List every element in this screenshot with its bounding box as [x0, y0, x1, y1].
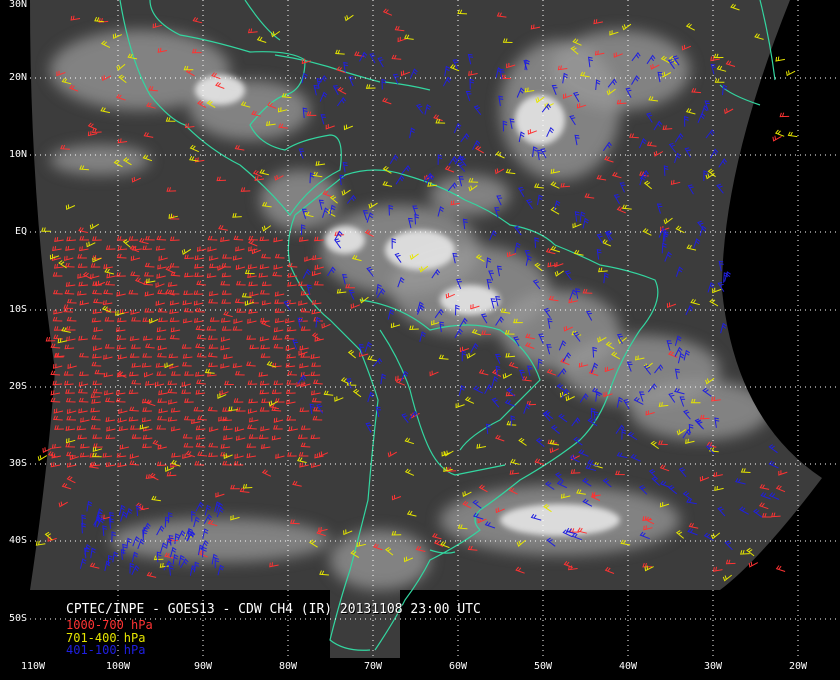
lon-label-20w: 20W — [788, 661, 808, 672]
wind-barb — [37, 455, 48, 462]
map-caption: CPTEC/INPE - GOES13 - CDW CH4 (IR) 20131… — [66, 602, 481, 617]
map-panel: CPTEC/INPE - GOES13 - CDW CH4 (IR) 20131… — [30, 0, 840, 658]
legend-item-low: 1000-700 hPa — [66, 618, 153, 632]
lat-label-20s: 20S — [8, 381, 27, 392]
lat-label-30s: 30S — [8, 458, 27, 469]
lat-label-50s: 50S — [8, 613, 27, 624]
lat-label-10s: 10S — [8, 304, 27, 315]
wind-barb — [775, 565, 786, 572]
lon-label-90w: 90W — [193, 661, 213, 672]
lon-label-50w: 50W — [533, 661, 553, 672]
longitude-axis: 110W 100W 90W 80W 70W 60W 50W 40W 30W 20… — [0, 658, 840, 680]
satellite-wind-map: 30N 20N 10N EQ 10S 20S 30S 40S 50S CPTEC… — [0, 0, 840, 680]
wind-barb — [775, 56, 785, 62]
lon-label-40w: 40W — [618, 661, 638, 672]
pressure-legend: 1000-700 hPa 701-400 hPa 401-100 hPa — [66, 619, 153, 657]
wind-barb — [772, 135, 782, 142]
lat-label-eq: EQ — [14, 226, 27, 237]
lon-label-60w: 60W — [448, 661, 468, 672]
lat-label-30n: 30N — [8, 0, 27, 10]
lon-label-70w: 70W — [363, 661, 383, 672]
legend-item-high: 401-100 hPa — [66, 643, 146, 657]
wind-barb — [787, 131, 798, 138]
lon-label-30w: 30W — [703, 661, 723, 672]
lon-label-110w: 110W — [20, 661, 46, 672]
map-canvas — [30, 0, 840, 658]
latitude-axis: 30N 20N 10N EQ 10S 20S 30S 40S 50S — [0, 0, 30, 658]
lon-label-100w: 100W — [105, 661, 131, 672]
wind-barb — [779, 112, 790, 118]
lat-label-20n: 20N — [8, 72, 27, 83]
wind-barb — [786, 70, 796, 77]
wind-barb — [774, 129, 785, 137]
lon-label-80w: 80W — [278, 661, 298, 672]
lat-label-40s: 40S — [8, 535, 27, 546]
lat-label-10n: 10N — [8, 149, 27, 160]
